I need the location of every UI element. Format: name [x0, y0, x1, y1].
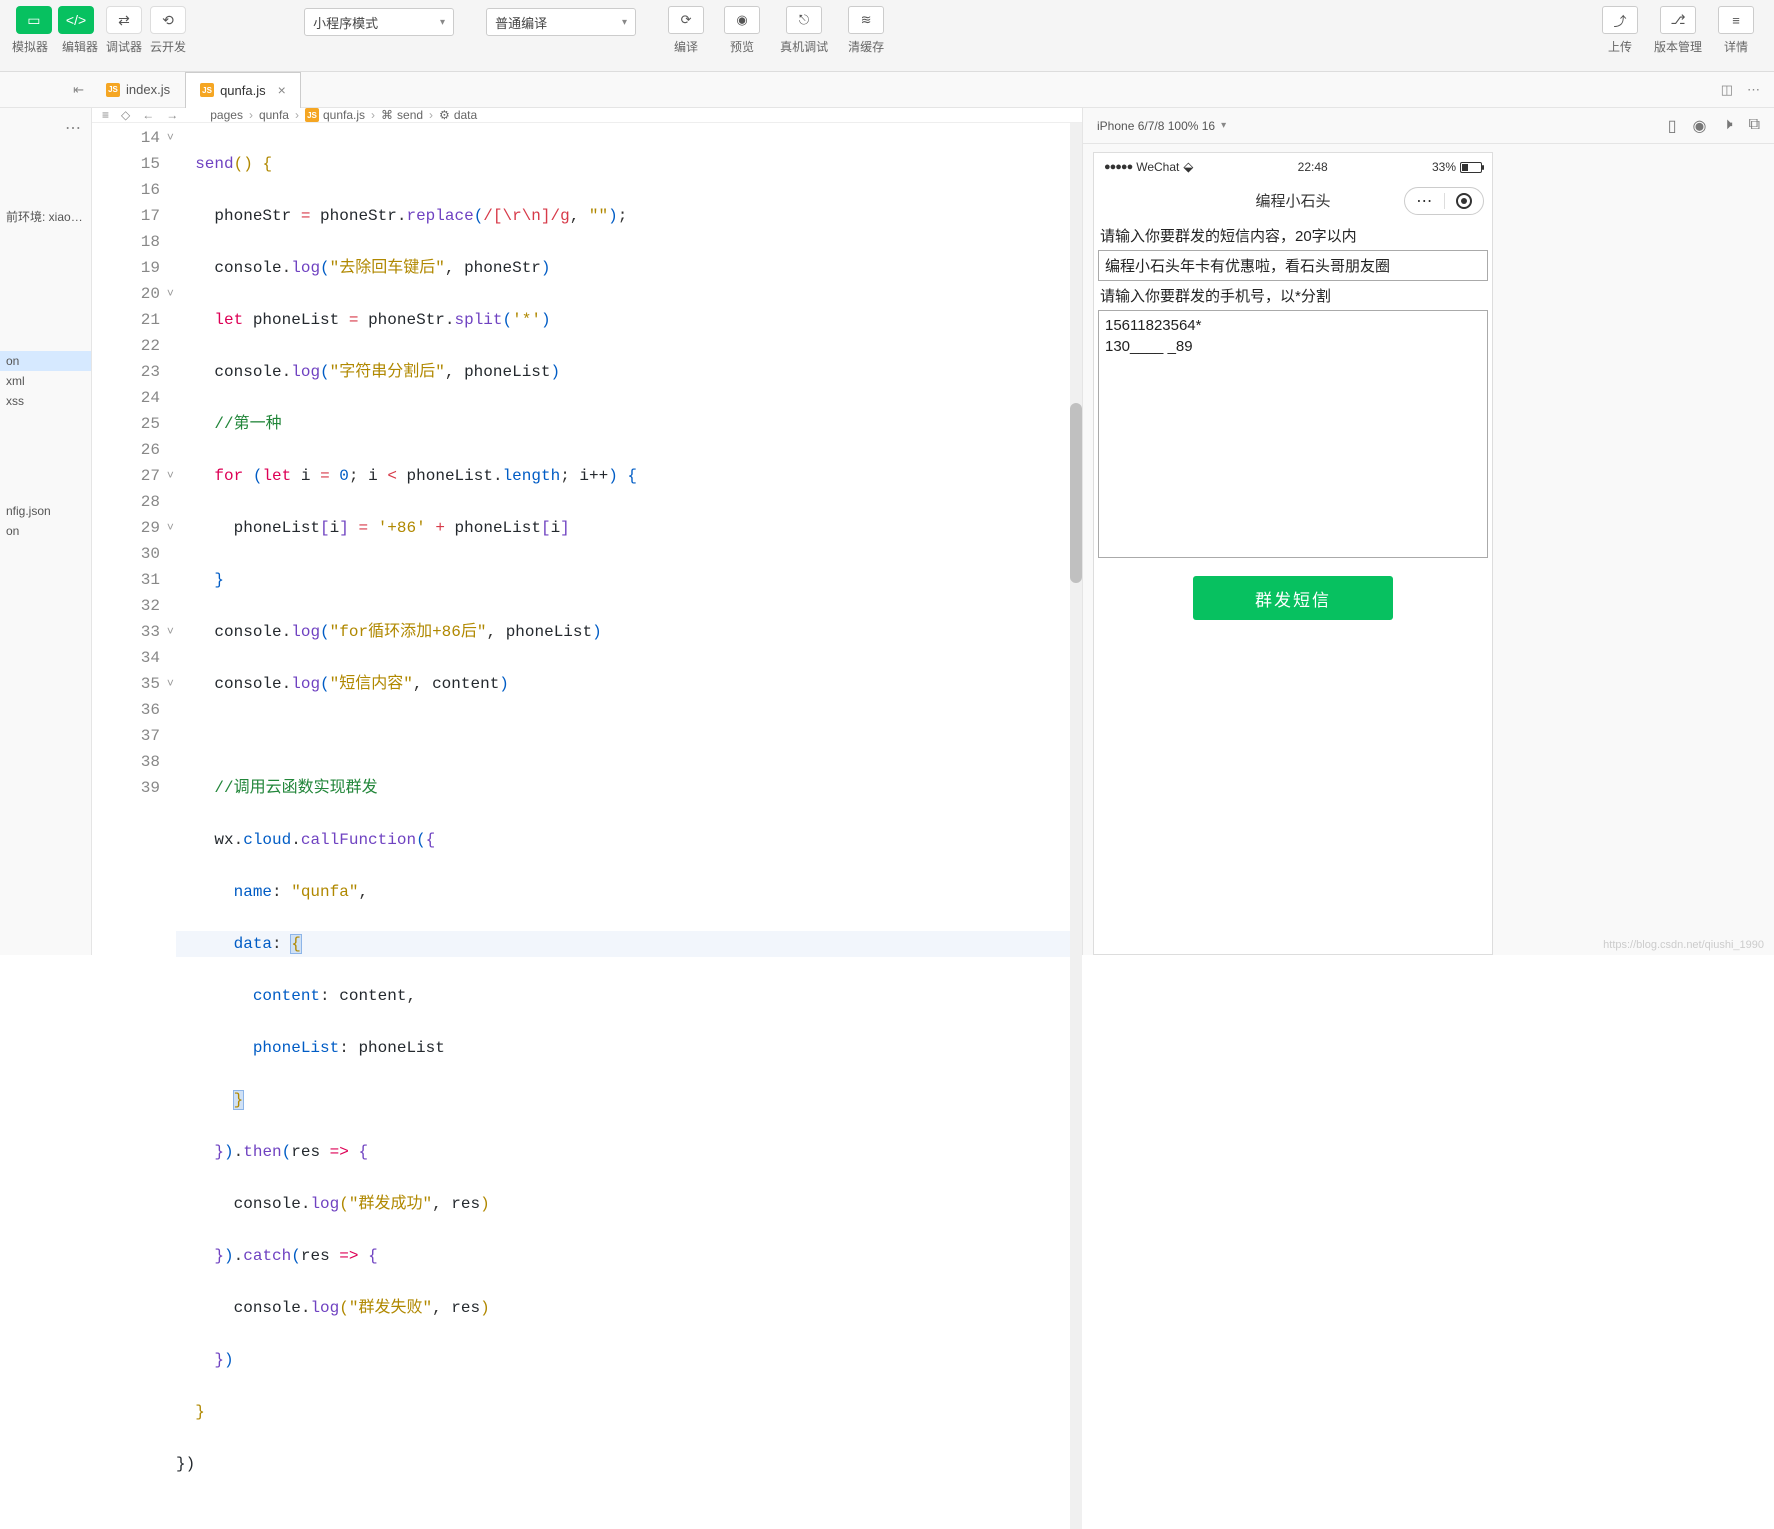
- crumb-back-icon[interactable]: ←: [142, 108, 154, 122]
- tab-label: index.js: [126, 82, 170, 97]
- upload-button[interactable]: ⤴: [1602, 6, 1638, 34]
- capsule-menu-icon[interactable]: ⋯: [1405, 191, 1444, 211]
- version-label: 版本管理: [1654, 38, 1702, 55]
- capsule-close-icon[interactable]: [1445, 193, 1484, 209]
- cloud-dev-button[interactable]: ⟲: [150, 6, 186, 34]
- main-toolbar: ▭ </> 模拟器 编辑器 ⇄ 调试器 ⟲ 云开发 小程序模式 ▾: [0, 0, 1774, 72]
- send-mass-sms-button[interactable]: 群发短信: [1193, 576, 1393, 620]
- compile-label: 编译: [674, 38, 698, 55]
- crumb-data[interactable]: ⚙data: [439, 108, 477, 122]
- explorer-file[interactable]: xss: [0, 391, 91, 411]
- caret-down-icon: ▾: [440, 17, 445, 28]
- phone-page-content: 请输入你要群发的短信内容，20字以内 编程小石头年卡有优惠啦，看石头哥朋友圈 请…: [1094, 219, 1492, 624]
- wifi-icon: ⬙: [1183, 159, 1193, 175]
- explorer-more-icon[interactable]: ⋯: [0, 114, 91, 142]
- tab-label: qunfa.js: [220, 83, 266, 98]
- editor-scrollbar[interactable]: [1070, 123, 1082, 1529]
- method-icon: ⌘: [381, 108, 393, 122]
- mode-select-value: 小程序模式: [313, 13, 378, 32]
- crumb-list-icon[interactable]: ≡: [102, 108, 109, 122]
- real-device-button[interactable]: ⎋: [786, 6, 822, 34]
- compile-select-value: 普通编译: [495, 13, 547, 32]
- js-file-icon: JS: [200, 83, 214, 97]
- editor-label: 编辑器: [62, 38, 98, 55]
- debugger-label: 调试器: [106, 38, 142, 55]
- code-content[interactable]: send() { phoneStr = phoneStr.replace(/[\…: [176, 123, 1082, 1529]
- caret-down-icon: ▾: [1221, 120, 1226, 131]
- preview-button[interactable]: ◉: [724, 6, 760, 34]
- crumb-qunfa[interactable]: qunfa: [259, 108, 289, 122]
- detail-label: 详情: [1724, 38, 1748, 55]
- editor-tabs-bar: ⇤ JS index.js JS qunfa.js × ◫ ⋯: [0, 72, 1774, 108]
- close-tab-icon[interactable]: ×: [278, 82, 286, 98]
- tab-index-js[interactable]: JS index.js: [92, 72, 185, 108]
- crumb-bookmark-icon[interactable]: ◇: [121, 108, 130, 122]
- explorer-file[interactable]: xml: [0, 371, 91, 391]
- cloud-dev-label: 云开发: [150, 38, 186, 55]
- sim-record-icon[interactable]: ◉: [1693, 116, 1707, 136]
- code-editor[interactable]: 141516171819 202122232425 262728293031 3…: [92, 123, 1082, 1529]
- tab-qunfa-js[interactable]: JS qunfa.js ×: [185, 72, 301, 108]
- sim-popout-icon[interactable]: ⧉: [1749, 116, 1760, 136]
- carrier-label: WeChat: [1136, 160, 1179, 174]
- page-title: 编程小石头: [1255, 190, 1330, 211]
- js-file-icon: JS: [106, 83, 120, 97]
- clear-cache-label: 清缓存: [848, 38, 884, 55]
- breadcrumb: ≡ ◇ ← → pages › qunfa › JSqunfa.js › ⌘se…: [92, 108, 1082, 123]
- device-selector[interactable]: iPhone 6/7/8 100% 16▾: [1097, 119, 1226, 133]
- capsule-button: ⋯: [1404, 187, 1484, 215]
- compile-button[interactable]: ⟳: [668, 6, 704, 34]
- sim-mute-icon[interactable]: 🕨: [1722, 116, 1732, 136]
- js-file-icon: JS: [305, 108, 319, 122]
- cloud-env-label: 前环境: xiaos...: [0, 202, 91, 231]
- sms-content-label: 请输入你要群发的短信内容，20字以内: [1098, 223, 1488, 248]
- split-editor-icon[interactable]: ◫: [1721, 82, 1733, 98]
- upload-label: 上传: [1608, 38, 1632, 55]
- phone-status-bar: ●●●●● WeChat ⬙ 22:48 33%: [1094, 153, 1492, 181]
- explorer-file[interactable]: nfig.json: [0, 501, 91, 521]
- crumb-file[interactable]: JSqunfa.js: [305, 108, 365, 122]
- real-device-label: 真机调试: [780, 38, 828, 55]
- phone-list-textarea[interactable]: 15611823564* 130____ _89: [1098, 310, 1488, 558]
- simulator-panel: iPhone 6/7/8 100% 16▾ ▯ ◉ 🕨 ⧉ ●●●●● WeCh…: [1082, 108, 1774, 955]
- phone-list-label: 请输入你要群发的手机号，以*分割: [1098, 283, 1488, 308]
- explorer-file[interactable]: on: [0, 351, 91, 371]
- battery-icon: [1460, 162, 1482, 173]
- compile-select[interactable]: 普通编译 ▾: [486, 8, 636, 36]
- phone-nav-bar: 编程小石头 ⋯: [1094, 181, 1492, 219]
- battery-label: 33%: [1432, 160, 1456, 174]
- clear-cache-button[interactable]: ≋: [848, 6, 884, 34]
- crumb-pages[interactable]: pages: [210, 108, 243, 122]
- explorer-file[interactable]: on: [0, 521, 91, 541]
- watermark: https://blog.csdn.net/qiushi_1990: [1603, 939, 1764, 951]
- debugger-button[interactable]: ⇄: [106, 6, 142, 34]
- line-gutter: 141516171819 202122232425 262728293031 3…: [92, 123, 176, 1529]
- simulator-button[interactable]: ▭: [16, 6, 52, 34]
- scrollbar-thumb[interactable]: [1070, 403, 1082, 583]
- sim-phone-icon[interactable]: ▯: [1668, 116, 1677, 136]
- phone-frame: ●●●●● WeChat ⬙ 22:48 33% 编程小石头: [1093, 152, 1493, 955]
- field-icon: ⚙: [439, 108, 450, 122]
- preview-label: 预览: [730, 38, 754, 55]
- simulator-label: 模拟器: [12, 38, 48, 55]
- editor-button[interactable]: </>: [58, 6, 94, 34]
- collapse-explorer-icon[interactable]: ⇤: [73, 82, 84, 98]
- mode-select[interactable]: 小程序模式 ▾: [304, 8, 454, 36]
- more-actions-icon[interactable]: ⋯: [1747, 82, 1760, 98]
- signal-icon: ●●●●●: [1104, 161, 1132, 173]
- detail-button[interactable]: ≡: [1718, 6, 1754, 34]
- file-explorer: ⋯ 前环境: xiaos... on xml xss nfig.json on: [0, 108, 92, 955]
- simulator-toolbar: iPhone 6/7/8 100% 16▾ ▯ ◉ 🕨 ⧉: [1083, 108, 1774, 144]
- version-button[interactable]: ⎇: [1660, 6, 1696, 34]
- clock-label: 22:48: [1298, 160, 1328, 174]
- crumb-send[interactable]: ⌘send: [381, 108, 423, 122]
- sms-content-input[interactable]: 编程小石头年卡有优惠啦，看石头哥朋友圈: [1098, 250, 1488, 281]
- caret-down-icon: ▾: [622, 17, 627, 28]
- crumb-fwd-icon[interactable]: →: [166, 108, 178, 122]
